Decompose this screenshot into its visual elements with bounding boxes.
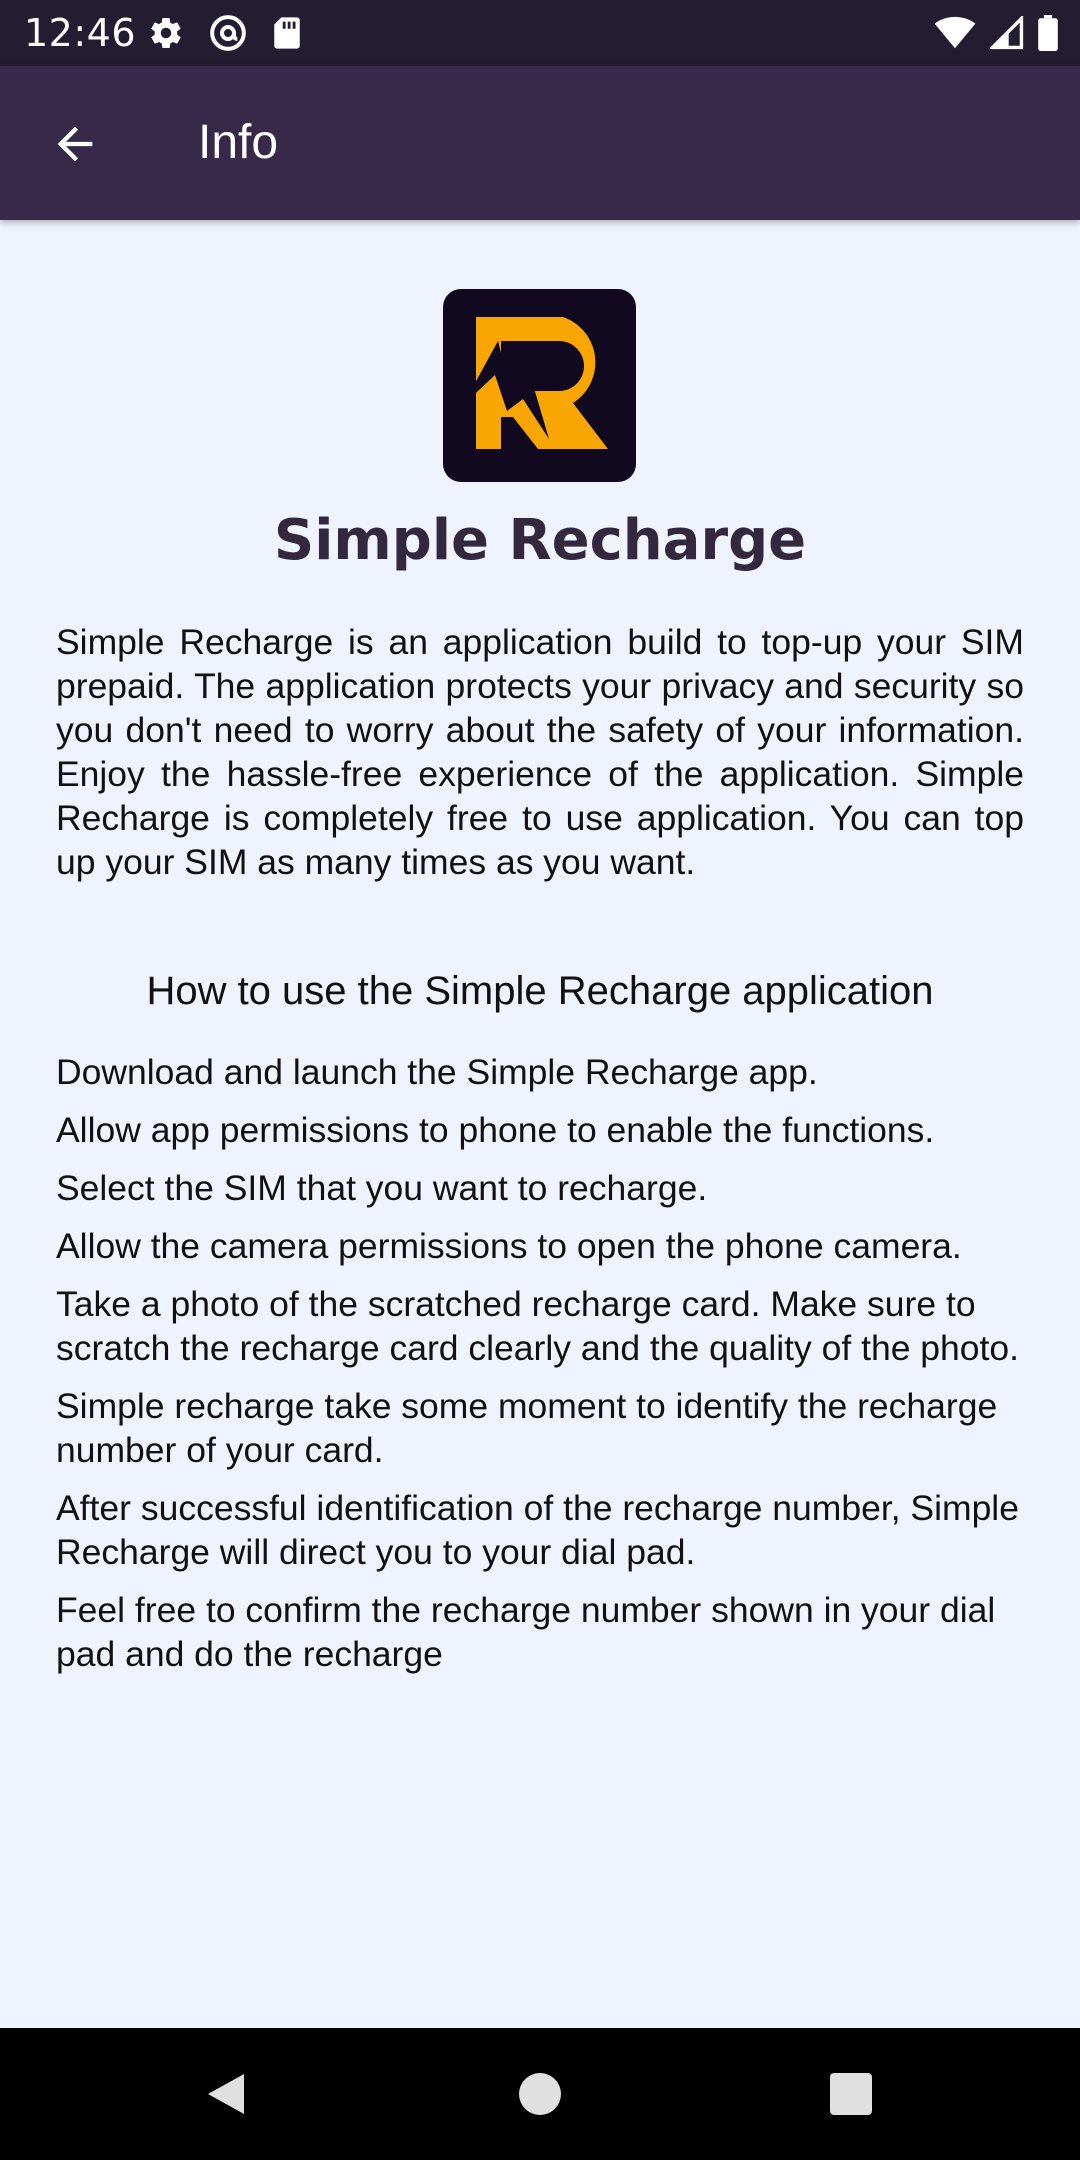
status-time: 12:46 (24, 11, 137, 55)
app-logo (443, 289, 636, 482)
settings-gear-icon (148, 15, 184, 51)
simple-recharge-logo (463, 317, 608, 449)
howto-heading: How to use the Simple Recharge applicati… (146, 969, 934, 1013)
nav-recents-icon (830, 2073, 872, 2115)
arrow-back-icon (49, 118, 101, 170)
nav-home-icon (518, 2072, 562, 2116)
status-icons-right (934, 14, 1058, 52)
nav-back-icon (204, 2070, 248, 2118)
list-item: Download and launch the Simple Recharge … (56, 1052, 818, 1092)
howto-steps: Download and launch the Simple Recharge … (56, 1050, 1024, 1690)
nav-home-button[interactable] (500, 2058, 580, 2130)
list-item: Allow app permissions to phone to enable… (56, 1110, 935, 1150)
list-item: Select the SIM that you want to recharge… (56, 1168, 708, 1208)
status-icons-left (148, 14, 302, 52)
app-name: Simple Recharge (273, 508, 807, 573)
list-item: After successful identification of the r… (56, 1488, 1019, 1572)
page-title: Info (198, 116, 279, 169)
system-nav-bar (0, 2028, 1080, 2160)
nav-recents-button[interactable] (811, 2058, 891, 2130)
wifi-icon (934, 16, 976, 50)
list-item: Take a photo of the scratched recharge c… (56, 1284, 1020, 1368)
list-item: Simple recharge take some moment to iden… (56, 1386, 998, 1470)
app-bar: Info (0, 66, 1080, 220)
list-item: Feel free to confirm the recharge number… (56, 1590, 996, 1674)
at-sign-icon (208, 13, 248, 53)
status-bar: 12:46 (0, 0, 1080, 66)
back-button[interactable] (36, 105, 114, 183)
sd-card-icon (272, 16, 302, 50)
battery-icon (1038, 15, 1058, 51)
list-item: Allow the camera permissions to open the… (56, 1226, 962, 1266)
nav-back-button[interactable] (186, 2058, 266, 2130)
app-description: Simple Recharge is an application build … (56, 622, 1024, 882)
cell-signal-icon (988, 14, 1024, 50)
